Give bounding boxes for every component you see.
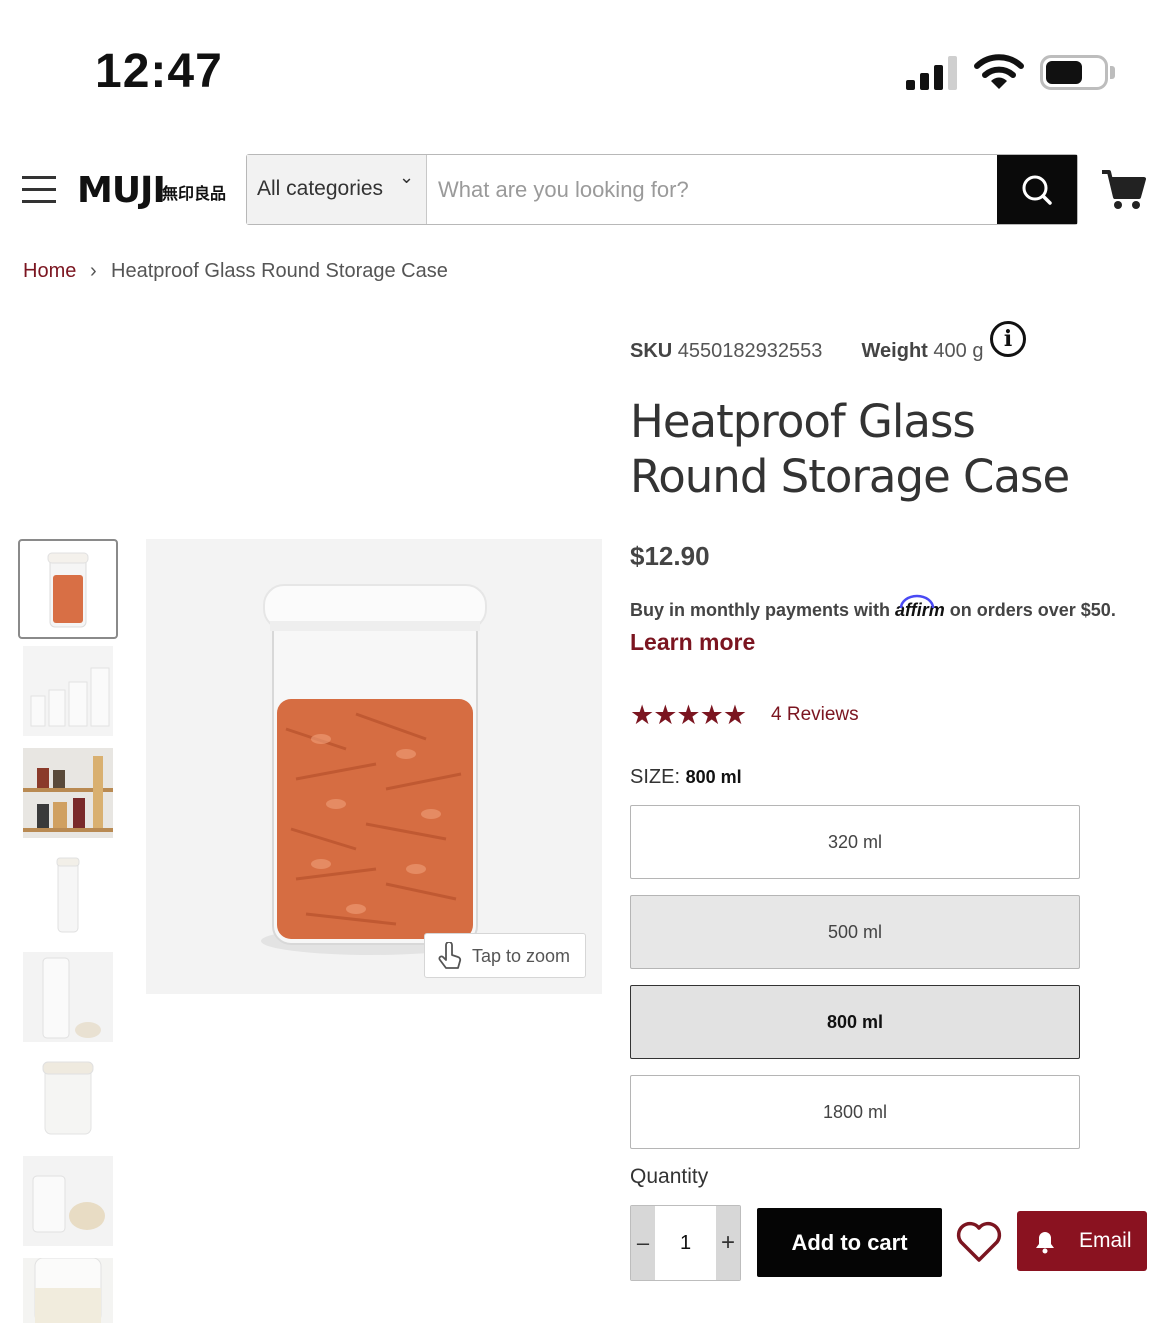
email-button-label: Email [1079,1229,1132,1252]
bell-icon [1036,1232,1054,1254]
brand-logo[interactable]: MUJI [77,170,166,211]
quantity-label: Quantity [630,1165,709,1188]
breadcrumb-separator: › [90,260,97,282]
quantity-input[interactable]: 1 [655,1206,716,1280]
thumbnail-4[interactable] [23,850,113,940]
category-select-label: All categories [257,177,384,200]
size-option-1800[interactable]: 1800 ml [630,1075,1080,1149]
thumbnail-8[interactable] [23,1258,113,1323]
size-option-320[interactable]: 320 ml [630,805,1080,879]
size-selected-value: 800 ml [685,767,742,787]
sku-value: 4550182932553 [677,340,823,362]
info-icon[interactable]: i [990,321,1026,357]
product-title: Heatproof Glass Round Storage Case [630,395,1070,503]
thumbnail-5[interactable] [23,952,113,1042]
size-label-text: SIZE: [630,766,681,788]
weight-label: Weight [861,340,928,362]
quantity-increase-button[interactable]: + [716,1206,740,1280]
tap-to-zoom-hint[interactable]: Tap to zoom [424,933,586,978]
product-main-image[interactable] [146,539,602,994]
learn-more-link[interactable]: Learn more [630,629,755,656]
status-time: 12:47 [95,45,223,98]
thumbnail-1[interactable] [18,539,118,639]
brand-logo-jp[interactable]: 無印良品 [162,180,226,204]
affirm-suffix: on orders over $50. [949,600,1116,620]
affirm-message: Buy in monthly payments with affirm on o… [630,594,1116,621]
affirm-prefix: Buy in monthly payments with [630,600,891,620]
wifi-icon [974,54,1024,89]
category-select[interactable]: All categories ⌄ [247,155,427,224]
size-option-500[interactable]: 500 ml [630,895,1080,969]
thumbnail-2[interactable] [23,646,113,736]
search-icon [1022,175,1052,205]
search-input[interactable] [428,155,996,224]
search-bar: All categories ⌄ [246,154,1078,225]
quantity-decrease-button[interactable]: – [631,1206,655,1280]
rating-stars[interactable]: ★★★★★ [630,700,747,731]
add-to-cart-button[interactable]: Add to cart [757,1208,942,1277]
breadcrumb-home[interactable]: Home [23,260,76,283]
signal-icon [906,56,958,90]
product-price: $12.90 [630,541,710,571]
cart-icon[interactable] [1100,168,1146,212]
product-meta: SKU 4550182932553 Weight 400 g [630,340,983,363]
product-photo [146,539,602,994]
thumbnail-7[interactable] [23,1156,113,1246]
hand-pointer-icon [438,942,462,969]
breadcrumb-current: Heatproof Glass Round Storage Case [111,260,448,282]
weight-value: 400 g [933,340,984,362]
size-label: SIZE: 800 ml [630,766,742,789]
heart-icon[interactable] [955,1220,1003,1264]
search-button[interactable] [997,155,1077,224]
thumbnail-6[interactable] [23,1054,113,1144]
menu-icon[interactable] [22,176,56,204]
quantity-stepper: – 1 + [630,1205,741,1281]
affirm-arc-icon [899,594,935,609]
battery-tip [1110,66,1115,79]
thumbnail-3[interactable] [23,748,113,838]
chevron-down-icon: ⌄ [399,167,415,187]
size-option-800[interactable]: 800 ml [630,985,1080,1059]
battery-icon [1040,55,1108,90]
email-notify-button[interactable]: Email [1017,1211,1147,1271]
reviews-link[interactable]: 4 Reviews [771,704,859,726]
sku-label: SKU [630,340,673,362]
tap-to-zoom-label: Tap to zoom [472,946,571,966]
